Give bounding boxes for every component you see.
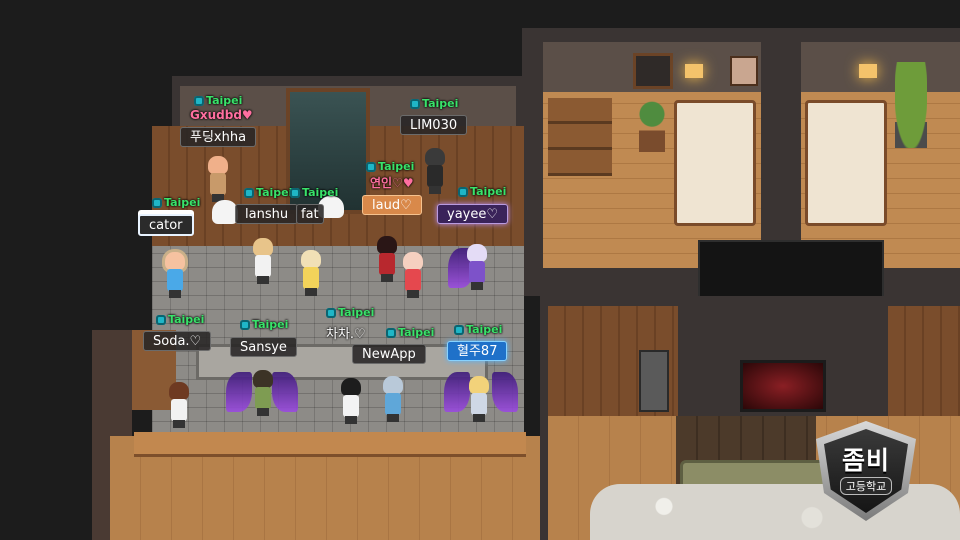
nameplate-cator[interactable]: cator — [138, 214, 194, 236]
wall-lamp-left — [685, 64, 703, 78]
character-newapp[interactable] — [378, 376, 408, 422]
window-left — [633, 53, 673, 89]
server-tag: Taipei — [410, 97, 458, 110]
skull-icon — [244, 187, 254, 198]
character-laud-companion[interactable] — [398, 252, 428, 298]
bedroom-right-wall — [801, 42, 960, 92]
nameplate-xhha[interactable]: 푸딩xhha — [180, 127, 257, 147]
fridge[interactable] — [639, 350, 669, 412]
nameplate-lanshu[interactable]: lanshu — [235, 204, 299, 224]
logo-title: 좀비 — [841, 446, 890, 475]
television[interactable] — [740, 360, 826, 412]
skull-icon — [290, 187, 300, 198]
nameplate-newapp[interactable]: NewApp — [352, 344, 426, 364]
lower-right-panel-2 — [888, 306, 960, 416]
character-soda[interactable] — [164, 382, 194, 428]
cactus-plant — [639, 98, 665, 152]
character-hyeolju87[interactable] — [464, 376, 494, 422]
nameplate-soda[interactable]: Soda.♡ — [143, 331, 212, 351]
logo-subtitle: 고등학교 — [840, 477, 892, 495]
picture-frame — [730, 56, 758, 86]
potted-plant — [895, 62, 927, 148]
character-chacha[interactable] — [336, 378, 366, 424]
nameplate-sansye[interactable]: Sansye — [230, 337, 297, 357]
character-lim030[interactable] — [420, 148, 450, 194]
server-tag: Taipei — [454, 323, 502, 336]
bed-left[interactable] — [674, 100, 756, 226]
character-fat[interactable] — [296, 250, 326, 296]
game-scene[interactable]: Taipei Gxudbd♥ 푸딩xhha Taipei LIM030 Taip… — [0, 0, 960, 540]
character-sansye[interactable] — [248, 370, 278, 416]
server-tag: Taipei — [290, 186, 338, 199]
server-tag: Taipei — [386, 326, 434, 339]
skull-icon — [454, 324, 464, 335]
skull-icon — [366, 161, 376, 172]
server-tag: Taipei — [152, 196, 200, 209]
nameplate-chacha[interactable]: 차차.♡ — [316, 324, 376, 344]
server-tag: Taipei — [458, 185, 506, 198]
skull-icon — [194, 95, 204, 106]
server-tag: Taipei — [240, 318, 288, 331]
skull-icon — [386, 327, 396, 338]
nameplate-laud[interactable]: laud♡ — [362, 195, 422, 215]
game-logo: 좀비 고등학교 — [816, 421, 916, 521]
server-tag: Taipei — [194, 94, 242, 107]
server-tag: Taipei — [366, 160, 414, 173]
skull-icon — [326, 307, 336, 318]
character-yayee[interactable] — [462, 244, 492, 290]
guild-label: Gxudbd♥ — [190, 108, 253, 122]
nameplate-fat[interactable]: fat — [296, 204, 324, 224]
skull-icon — [458, 186, 468, 197]
guild-label: 연인♡♥ — [370, 176, 414, 190]
nameplate-hyeolju87[interactable]: 혈주87 — [447, 341, 508, 361]
nameplate-yayee[interactable]: yayee♡ — [437, 204, 509, 224]
skull-icon — [410, 98, 420, 109]
floor-ledge — [134, 432, 526, 457]
wall-lamp-right — [859, 64, 877, 78]
server-tag: Taipei — [156, 313, 204, 326]
server-tag: Taipei — [244, 186, 292, 199]
bed-right[interactable] — [805, 100, 887, 226]
wing-hyeolju-right — [492, 372, 518, 412]
bookshelf-left — [548, 98, 612, 176]
nameplate-lim030[interactable]: LIM030 — [400, 115, 468, 135]
skull-icon — [152, 197, 162, 208]
server-tag: Taipei — [326, 306, 374, 319]
character-lanshu[interactable] — [248, 238, 278, 284]
character-xhha[interactable] — [203, 156, 233, 202]
character-cator[interactable] — [160, 252, 190, 298]
skull-icon — [240, 319, 250, 330]
skull-icon — [156, 314, 166, 325]
